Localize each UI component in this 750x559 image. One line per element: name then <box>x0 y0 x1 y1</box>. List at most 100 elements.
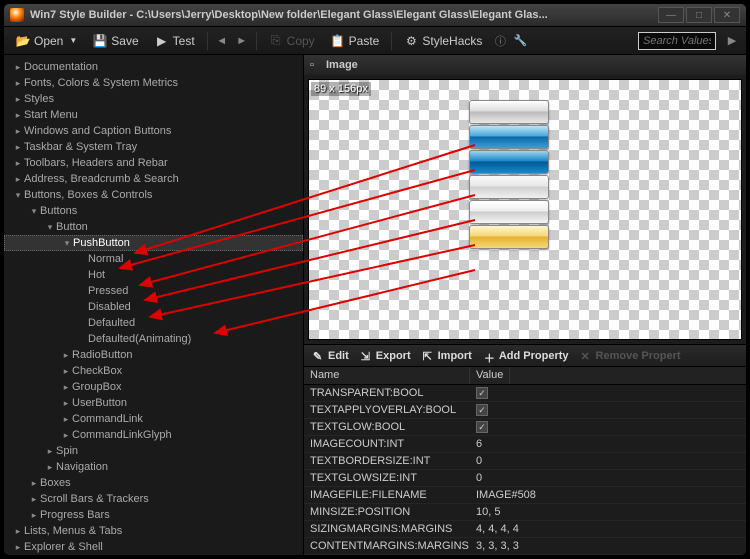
tree-expander-icon[interactable]: ▸ <box>60 398 72 409</box>
tree-expander-icon[interactable]: ▾ <box>12 190 24 201</box>
open-button[interactable]: 📂Open▼ <box>10 31 83 51</box>
tree-expander-icon[interactable]: ▸ <box>12 94 24 105</box>
tree-item-boxes[interactable]: ▸Boxes <box>4 475 303 491</box>
image-preview-area[interactable]: 89 x 156px <box>308 79 742 340</box>
property-value[interactable]: 0 <box>470 455 746 467</box>
tree-item-scroll-bars-trackers[interactable]: ▸Scroll Bars & Trackers <box>4 491 303 507</box>
property-value[interactable]: ✓ <box>470 421 746 433</box>
tree-expander-icon[interactable]: ▸ <box>60 366 72 377</box>
tree-expander-icon[interactable]: ▸ <box>12 174 24 185</box>
tree-item-lists-menus-tabs[interactable]: ▸Lists, Menus & Tabs <box>4 523 303 539</box>
property-value[interactable]: 4, 4, 4, 4 <box>470 523 746 535</box>
property-row[interactable]: CONTENTMARGINS:MARGINS3, 3, 3, 3 <box>304 538 746 555</box>
close-button[interactable]: ✕ <box>714 7 740 23</box>
tree-item-windows-and-caption-buttons[interactable]: ▸Windows and Caption Buttons <box>4 123 303 139</box>
tree-item-pressed[interactable]: Pressed <box>4 283 303 299</box>
tree-item-explorer-shell[interactable]: ▸Explorer & Shell <box>4 539 303 555</box>
tree-item-hot[interactable]: Hot <box>4 267 303 283</box>
copy-button[interactable]: ⎘Copy <box>263 31 321 51</box>
tree-item-disabled[interactable]: Disabled <box>4 299 303 315</box>
tree-item-fonts-colors-system-metrics[interactable]: ▸Fonts, Colors & System Metrics <box>4 75 303 91</box>
paste-button[interactable]: 📋Paste <box>325 31 386 51</box>
tree-expander-icon[interactable]: ▾ <box>44 222 56 233</box>
property-value[interactable]: 10, 5 <box>470 506 746 518</box>
tree-item-radiobutton[interactable]: ▸RadioButton <box>4 347 303 363</box>
tree-expander-icon[interactable]: ▸ <box>28 478 40 489</box>
tree-expander-icon[interactable]: ▸ <box>12 110 24 121</box>
column-name[interactable]: Name <box>304 367 470 384</box>
property-value[interactable]: 3, 3, 3, 3 <box>470 540 746 552</box>
import-button[interactable]: ⇱Import <box>418 348 477 364</box>
tree-expander-icon[interactable]: ▸ <box>44 462 56 473</box>
tree-item-defaulted-animating-[interactable]: Defaulted(Animating) <box>4 331 303 347</box>
checkbox[interactable]: ✓ <box>476 404 488 416</box>
stylehacks-button[interactable]: ⚙StyleHacks <box>398 31 488 51</box>
tree-item-pushbutton[interactable]: ▾PushButton <box>4 235 303 251</box>
tree-item-progress-bars[interactable]: ▸Progress Bars <box>4 507 303 523</box>
add-property-button[interactable]: ＋Add Property <box>479 348 574 364</box>
column-value[interactable]: Value <box>470 367 510 384</box>
tree-item-checkbox[interactable]: ▸CheckBox <box>4 363 303 379</box>
tree-expander-icon[interactable]: ▸ <box>12 78 24 89</box>
info-button[interactable]: ⓘ <box>492 33 508 49</box>
tree-item-address-breadcrumb-search[interactable]: ▸Address, Breadcrumb & Search <box>4 171 303 187</box>
forward-button[interactable]: ► <box>234 33 250 49</box>
tree-item-taskbar-system-tray[interactable]: ▸Taskbar & System Tray <box>4 139 303 155</box>
checkbox[interactable]: ✓ <box>476 421 488 433</box>
checkbox[interactable]: ✓ <box>476 387 488 399</box>
property-row[interactable]: TEXTBORDERSIZE:INT0 <box>304 453 746 470</box>
tree-item-navigation[interactable]: ▸Navigation <box>4 459 303 475</box>
property-row[interactable]: IMAGECOUNT:INT6 <box>304 436 746 453</box>
tree-item-groupbox[interactable]: ▸GroupBox <box>4 379 303 395</box>
settings-button[interactable]: 🔧 <box>512 33 528 49</box>
property-value[interactable]: ✓ <box>470 404 746 416</box>
property-row[interactable]: SIZINGMARGINS:MARGINS4, 4, 4, 4 <box>304 521 746 538</box>
property-value[interactable]: 0 <box>470 472 746 484</box>
tree-expander-icon[interactable]: ▾ <box>28 206 40 217</box>
remove-property-button[interactable]: ✕Remove Propert <box>576 348 686 364</box>
tree-expander-icon[interactable]: ▸ <box>12 526 24 537</box>
tree-expander-icon[interactable]: ▸ <box>12 62 24 73</box>
back-button[interactable]: ◄ <box>214 33 230 49</box>
property-row[interactable]: MINSIZE:POSITION10, 5 <box>304 504 746 521</box>
properties-grid[interactable]: TRANSPARENT:BOOL✓TEXTAPPLYOVERLAY:BOOL✓T… <box>304 385 746 555</box>
tree-expander-icon[interactable]: ▸ <box>12 158 24 169</box>
tree-item-userbutton[interactable]: ▸UserButton <box>4 395 303 411</box>
tree-expander-icon[interactable]: ▸ <box>28 510 40 521</box>
test-button[interactable]: ▶Test <box>149 31 201 51</box>
property-value[interactable]: IMAGE#508 <box>470 489 746 501</box>
property-value[interactable]: 6 <box>470 438 746 450</box>
tree-item-commandlinkglyph[interactable]: ▸CommandLinkGlyph <box>4 427 303 443</box>
tree-item-commandlink[interactable]: ▸CommandLink <box>4 411 303 427</box>
export-button[interactable]: ⇲Export <box>356 348 416 364</box>
tree-item-spin[interactable]: ▸Spin <box>4 443 303 459</box>
tree-item-buttons[interactable]: ▾Buttons <box>4 203 303 219</box>
property-row[interactable]: TEXTAPPLYOVERLAY:BOOL✓ <box>304 402 746 419</box>
search-next-button[interactable]: ▶ <box>724 33 740 49</box>
tree-item-normal[interactable]: Normal <box>4 251 303 267</box>
tree-item-styles[interactable]: ▸Styles <box>4 91 303 107</box>
tree-expander-icon[interactable]: ▾ <box>61 238 73 249</box>
tree-item-defaulted[interactable]: Defaulted <box>4 315 303 331</box>
tree-item-toolbars-headers-and-rebar[interactable]: ▸Toolbars, Headers and Rebar <box>4 155 303 171</box>
property-row[interactable]: TRANSPARENT:BOOL✓ <box>304 385 746 402</box>
save-button[interactable]: 💾Save <box>87 31 144 51</box>
tree-expander-icon[interactable]: ▸ <box>60 350 72 361</box>
tree-item-documentation[interactable]: ▸Documentation <box>4 59 303 75</box>
property-value[interactable]: ✓ <box>470 387 746 399</box>
tree-expander-icon[interactable]: ▸ <box>12 142 24 153</box>
tree-expander-icon[interactable]: ▸ <box>60 430 72 441</box>
minimize-button[interactable]: — <box>658 7 684 23</box>
search-input[interactable] <box>638 32 716 50</box>
tree-expander-icon[interactable]: ▸ <box>28 494 40 505</box>
edit-button[interactable]: ✎Edit <box>308 348 354 364</box>
tree-item-button[interactable]: ▾Button <box>4 219 303 235</box>
property-row[interactable]: TEXTGLOW:BOOL✓ <box>304 419 746 436</box>
tree-panel[interactable]: ▸Documentation▸Fonts, Colors & System Me… <box>4 55 304 555</box>
tree-item-start-menu[interactable]: ▸Start Menu <box>4 107 303 123</box>
tree-expander-icon[interactable]: ▸ <box>12 542 24 553</box>
tree-item-buttons-boxes-controls[interactable]: ▾Buttons, Boxes & Controls <box>4 187 303 203</box>
maximize-button[interactable]: □ <box>686 7 712 23</box>
property-row[interactable]: TEXTGLOWSIZE:INT0 <box>304 470 746 487</box>
tree-expander-icon[interactable]: ▸ <box>44 446 56 457</box>
